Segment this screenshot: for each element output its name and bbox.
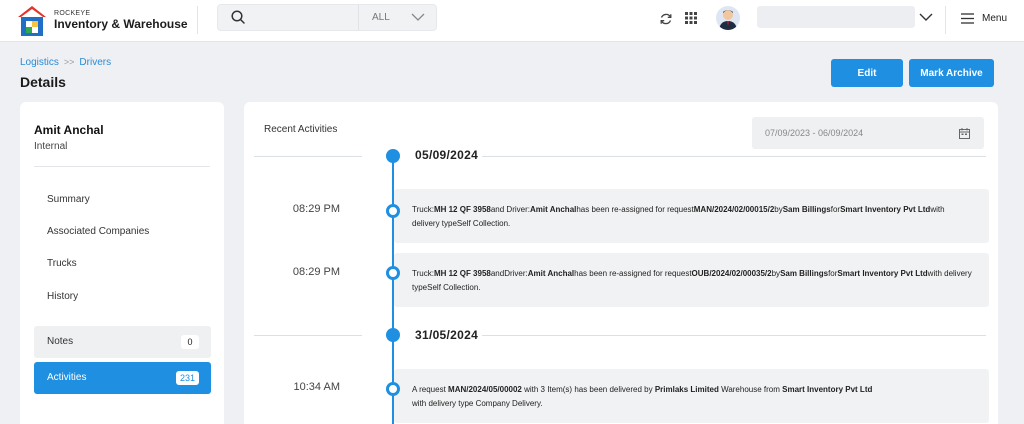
activity-item: Truck:MH 12 QF 3958and Driver:Amit Ancha… (394, 189, 989, 243)
driver-name: Amit Anchal (527, 269, 575, 278)
page-title: Details (20, 74, 66, 90)
timeline-event-marker (386, 204, 400, 218)
activity-item: Truck:MH 12 QF 3958andDriver:Amit Anchal… (394, 253, 989, 307)
user-avatar-icon (719, 10, 737, 30)
driver-profile-card: Amit Anchal Internal Summary Associated … (20, 102, 224, 424)
activity-description: Truck:MH 12 QF 3958and Driver:Amit Ancha… (412, 205, 945, 228)
hamburger-menu-icon[interactable] (961, 13, 974, 24)
activities-count-badge: 231 (175, 371, 199, 385)
notes-label: Notes (47, 336, 74, 347)
activity-description: Truck:MH 12 QF 3958andDriver:Amit Anchal… (412, 269, 972, 292)
divider (254, 156, 362, 157)
nav-item-history[interactable]: History (47, 291, 78, 302)
divider (197, 6, 198, 34)
timeline-date-marker (386, 328, 400, 342)
nav-item-trucks[interactable]: Trucks (47, 258, 77, 269)
search-scope-select[interactable]: ALL (372, 12, 390, 23)
notes-count-badge: 0 (181, 335, 199, 349)
divider (34, 166, 210, 167)
driver-name: Amit Anchal (529, 205, 577, 214)
refresh-icon[interactable] (659, 12, 673, 26)
timeline-date: 05/09/2024 (411, 148, 483, 162)
company-name: Smart Inventory Pvt Ltd (782, 385, 873, 394)
brand-tagline: ROCKEYE (54, 10, 91, 17)
truck-number: MH 12 QF 3958 (433, 269, 491, 278)
request-number: OUB/2024/02/00035/2 (691, 269, 772, 278)
chevron-down-icon[interactable] (919, 12, 933, 22)
company-name: Smart Inventory Pvt Ltd (840, 205, 931, 214)
calendar-icon[interactable] (959, 128, 970, 139)
avatar[interactable] (716, 6, 740, 30)
brand-name: Inventory & Warehouse (54, 17, 188, 31)
date-range-picker[interactable]: 07/09/2023 - 06/09/2024 (752, 117, 984, 149)
timeline-event-marker (386, 266, 400, 280)
nav-item-activities[interactable]: Activities 231 (34, 362, 211, 394)
activity-item: A request MAN/2024/05/00002 with 3 Item(… (394, 369, 989, 423)
global-search[interactable]: ALL (217, 4, 437, 31)
warehouse-logo-icon[interactable] (16, 4, 48, 38)
breadcrumb-drivers[interactable]: Drivers (79, 57, 111, 68)
chevron-down-icon[interactable] (411, 12, 425, 22)
company-name: Smart Inventory Pvt Ltd (837, 269, 928, 278)
divider (945, 6, 946, 34)
truck-number: MH 12 QF 3958 (433, 205, 491, 214)
actor-name: Sam Billings (782, 205, 831, 214)
timeline-date: 31/05/2024 (411, 328, 483, 342)
menu-button[interactable]: Menu (982, 13, 1007, 24)
edit-button[interactable]: Edit (831, 59, 903, 87)
breadcrumb: Logistics >> Drivers (20, 57, 111, 68)
chevron-right-icon: >> (63, 57, 75, 67)
search-separator (358, 5, 359, 30)
driver-type: Internal (34, 141, 68, 152)
event-time: 10:34 AM (293, 381, 340, 393)
top-bar: ROCKEYE Inventory & Warehouse ALL Menu (0, 0, 1024, 42)
nav-item-associated-companies[interactable]: Associated Companies (47, 226, 149, 237)
nav-item-summary[interactable]: Summary (47, 194, 90, 205)
request-number: MAN/2024/02/00015/2 (693, 205, 775, 214)
divider (480, 156, 986, 157)
mark-archive-button[interactable]: Mark Archive (909, 59, 994, 87)
warehouse-name: Primlaks Limited (654, 385, 719, 394)
apps-grid-icon[interactable] (685, 12, 697, 24)
nav-item-notes[interactable]: Notes 0 (34, 326, 211, 358)
breadcrumb-logistics[interactable]: Logistics (20, 57, 59, 68)
date-range-value: 07/09/2023 - 06/09/2024 (765, 128, 864, 138)
activities-panel: Recent Activities 07/09/2023 - 06/09/202… (244, 102, 998, 424)
user-name-field[interactable] (757, 6, 915, 28)
timeline-event-marker (386, 382, 400, 396)
recent-activities-title: Recent Activities (264, 124, 338, 135)
event-time: 08:29 PM (292, 203, 340, 215)
search-icon (231, 10, 245, 24)
activities-label: Activities (47, 372, 87, 383)
divider (254, 335, 362, 336)
driver-name: Amit Anchal (34, 123, 104, 137)
divider (480, 335, 986, 336)
timeline-date-marker (386, 149, 400, 163)
activity-description: A request MAN/2024/05/00002 with 3 Item(… (412, 385, 873, 408)
actor-name: Sam Billings (780, 269, 829, 278)
event-time: 08:29 PM (292, 266, 340, 278)
request-number: MAN/2024/05/00002 (448, 385, 522, 394)
